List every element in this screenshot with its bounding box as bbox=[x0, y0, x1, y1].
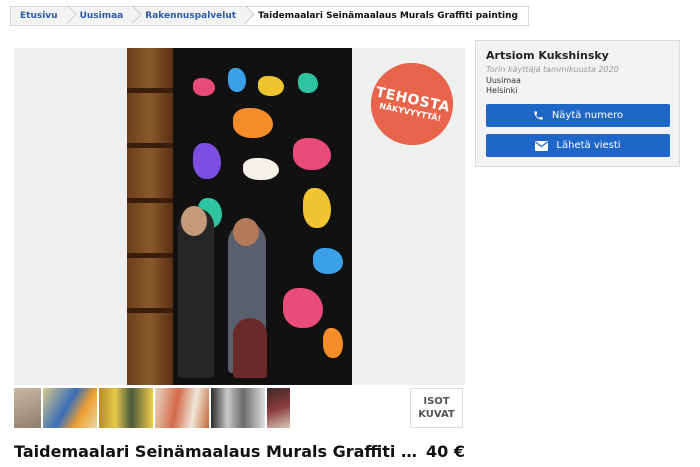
breadcrumb-home[interactable]: Etusivu bbox=[11, 7, 68, 25]
breadcrumb-region[interactable]: Uusimaa bbox=[68, 7, 134, 25]
breadcrumb-category[interactable]: Rakennuspalvelut bbox=[133, 7, 246, 25]
boost-visibility-badge[interactable]: TEHOSTA NÄKYVYYTTÄ! bbox=[363, 55, 461, 153]
big-images-button[interactable]: ISOT KUVAT bbox=[410, 388, 463, 428]
seller-member-since: Torin käyttäjä tammikuusta 2020 bbox=[486, 65, 619, 74]
thumbnail-2[interactable] bbox=[43, 388, 97, 428]
mural-artwork bbox=[173, 48, 352, 385]
main-image-viewer[interactable]: TEHOSTA NÄKYVYYTTÄ! bbox=[14, 48, 465, 385]
phone-icon bbox=[533, 110, 544, 121]
envelope-icon bbox=[535, 140, 549, 151]
send-message-button[interactable]: Lähetä viesti bbox=[486, 134, 670, 157]
listing-photo[interactable] bbox=[127, 48, 352, 385]
thumbnail-6[interactable] bbox=[267, 388, 290, 428]
bookshelf bbox=[127, 48, 173, 385]
breadcrumb: Etusivu Uusimaa Rakennuspalvelut Taidema… bbox=[10, 6, 529, 26]
seller-city: Helsinki bbox=[486, 86, 518, 95]
listing-price: 40 € bbox=[426, 442, 465, 461]
breadcrumb-current: Taidemaalari Seinämaalaus Murals Graffit… bbox=[246, 7, 528, 25]
thumbnail-4[interactable] bbox=[155, 388, 209, 428]
thumbnail-strip bbox=[14, 388, 290, 428]
listing-title: Taidemaalari Seinämaalaus Murals Graffit… bbox=[14, 442, 419, 461]
seller-name: Artsiom Kukshinsky bbox=[486, 49, 609, 62]
show-number-label: Näytä numero bbox=[551, 110, 624, 121]
show-number-button[interactable]: Näytä numero bbox=[486, 104, 670, 127]
thumbnail-3[interactable] bbox=[99, 388, 153, 428]
send-message-label: Lähetä viesti bbox=[556, 140, 621, 151]
thumbnail-1[interactable] bbox=[14, 388, 41, 428]
seller-box: Artsiom Kukshinsky Torin käyttäjä tammik… bbox=[475, 40, 680, 167]
thumbnail-5[interactable] bbox=[211, 388, 265, 428]
seller-region: Uusimaa bbox=[486, 76, 521, 85]
